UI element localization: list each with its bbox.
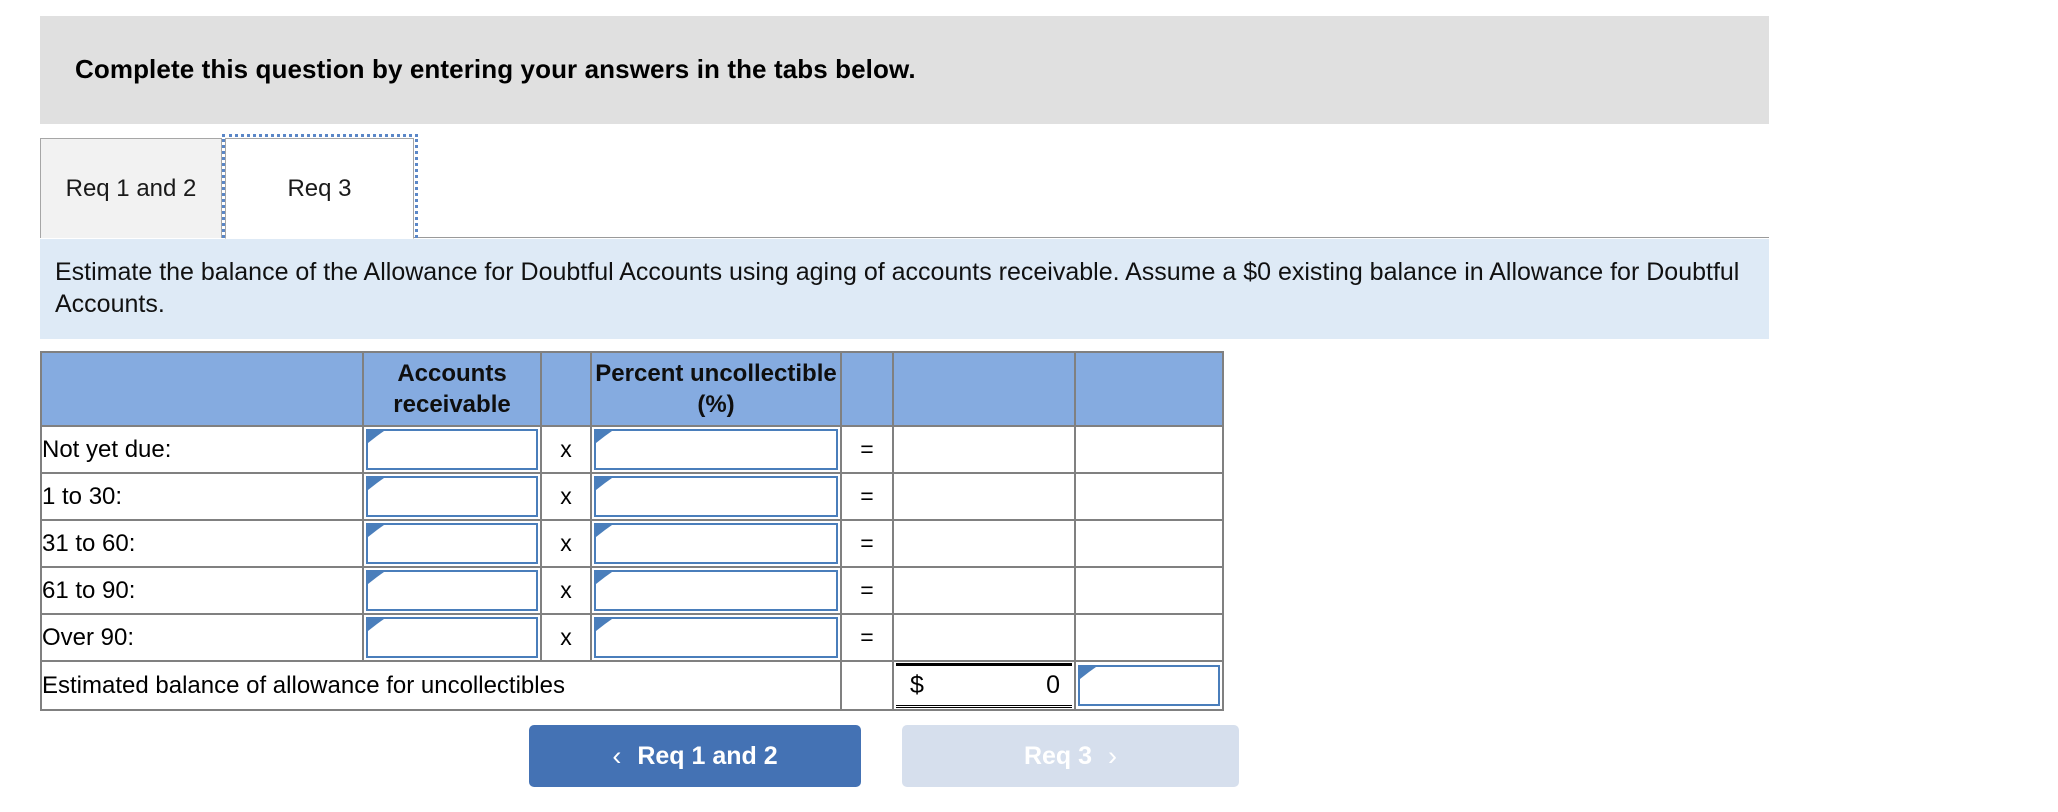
cell-extra-1 [1074, 472, 1224, 521]
cell-percent-uncollectible-0[interactable] [590, 425, 842, 474]
operator-equals-2: = [840, 519, 894, 568]
cell-accounts-receivable-1[interactable] [362, 472, 542, 521]
instruction-text: Estimate the balance of the Allowance fo… [55, 258, 1740, 318]
input-percent-uncollectible-1[interactable] [596, 478, 836, 515]
input-totals-extra[interactable] [1080, 667, 1218, 704]
input-wrapper-pct-1[interactable] [594, 476, 838, 517]
nav-button-bar: ‹ Req 1 and 2 Req 3 › [529, 725, 1239, 787]
prev-button-label: Req 1 and 2 [637, 741, 778, 770]
input-percent-uncollectible-0[interactable] [596, 431, 836, 468]
totals-row: Estimated balance of allowance for uncol… [40, 660, 1224, 711]
header-extra [1074, 351, 1224, 427]
cell-accounts-receivable-3[interactable] [362, 566, 542, 615]
totals-amount: $ 0 [896, 663, 1072, 708]
next-req-3-button[interactable]: Req 3 › [902, 725, 1239, 787]
header-percent-uncollectible: Percent uncollectible (%) [590, 351, 842, 427]
cell-result-3 [892, 566, 1076, 615]
totals-value: 0 [1046, 671, 1060, 699]
prev-req-1-and-2-button[interactable]: ‹ Req 1 and 2 [529, 725, 861, 787]
cell-result-0 [892, 425, 1076, 474]
totals-spacer [840, 660, 894, 711]
tab-req-3[interactable]: Req 3 [225, 138, 414, 239]
cell-percent-uncollectible-2[interactable] [590, 519, 842, 568]
cell-accounts-receivable-4[interactable] [362, 613, 542, 662]
input-wrapper-ar-3[interactable] [366, 570, 538, 611]
cell-result-2 [892, 519, 1076, 568]
row-label-61-to-90: 61 to 90: [40, 566, 364, 615]
table-body: Not yet due: x = 1 to 30: x = 31 to 60: … [40, 425, 1224, 711]
input-accounts-receivable-4[interactable] [368, 619, 536, 656]
tab-req-1-and-2-label: Req 1 and 2 [65, 174, 197, 202]
row-label-not-yet-due: Not yet due: [40, 425, 364, 474]
input-accounts-receivable-1[interactable] [368, 478, 536, 515]
input-percent-uncollectible-3[interactable] [596, 572, 836, 609]
input-percent-uncollectible-2[interactable] [596, 525, 836, 562]
input-wrapper-ar-2[interactable] [366, 523, 538, 564]
chevron-right-icon: › [1108, 740, 1118, 771]
tab-req-3-label: Req 3 [287, 174, 352, 202]
cell-percent-uncollectible-1[interactable] [590, 472, 842, 521]
tab-req-1-and-2[interactable]: Req 1 and 2 [40, 138, 222, 238]
input-percent-uncollectible-4[interactable] [596, 619, 836, 656]
input-wrapper-ar-0[interactable] [366, 429, 538, 470]
cell-percent-uncollectible-4[interactable] [590, 613, 842, 662]
operator-equals-3: = [840, 566, 894, 615]
cell-percent-uncollectible-3[interactable] [590, 566, 842, 615]
cell-accounts-receivable-0[interactable] [362, 425, 542, 474]
table-row: 1 to 30: x = [40, 472, 1224, 521]
row-label-1-to-30: 1 to 30: [40, 472, 364, 521]
cell-extra-0 [1074, 425, 1224, 474]
header-operator [540, 351, 592, 427]
header-accounts-receivable: Accounts receivable [362, 351, 542, 427]
chevron-left-icon: ‹ [612, 740, 622, 771]
input-accounts-receivable-2[interactable] [368, 525, 536, 562]
cell-accounts-receivable-2[interactable] [362, 519, 542, 568]
cell-totals-extra[interactable] [1074, 660, 1224, 711]
aging-worksheet-table: Accounts receivable Percent uncollectibl… [40, 351, 1224, 711]
table-row: Not yet due: x = [40, 425, 1224, 474]
cell-extra-2 [1074, 519, 1224, 568]
input-wrapper-pct-3[interactable] [594, 570, 838, 611]
cell-extra-4 [1074, 613, 1224, 662]
tab-strip: Req 1 and 2 Req 3 [40, 134, 1769, 244]
input-accounts-receivable-3[interactable] [368, 572, 536, 609]
input-wrapper-totals-extra[interactable] [1078, 665, 1220, 706]
header-row-label [40, 351, 364, 427]
cell-result-4 [892, 613, 1076, 662]
cell-extra-3 [1074, 566, 1224, 615]
cell-result-1 [892, 472, 1076, 521]
totals-label: Estimated balance of allowance for uncol… [40, 660, 842, 711]
table-row: Over 90: x = [40, 613, 1224, 662]
header-result [892, 351, 1076, 427]
table-row: 31 to 60: x = [40, 519, 1224, 568]
operator-equals-4: = [840, 613, 894, 662]
row-label-31-to-60: 31 to 60: [40, 519, 364, 568]
banner-title: Complete this question by entering your … [75, 54, 916, 84]
operator-multiply-4: x [540, 613, 592, 662]
totals-value-cell: $ 0 [892, 660, 1076, 711]
input-wrapper-pct-2[interactable] [594, 523, 838, 564]
operator-multiply-1: x [540, 472, 592, 521]
instruction-panel: Estimate the balance of the Allowance fo… [40, 239, 1769, 339]
input-wrapper-pct-0[interactable] [594, 429, 838, 470]
input-wrapper-ar-1[interactable] [366, 476, 538, 517]
next-button-label: Req 3 [1023, 741, 1093, 770]
table-row: 61 to 90: x = [40, 566, 1224, 615]
input-accounts-receivable-0[interactable] [368, 431, 536, 468]
input-wrapper-ar-4[interactable] [366, 617, 538, 658]
operator-equals-1: = [840, 472, 894, 521]
operator-equals-0: = [840, 425, 894, 474]
operator-multiply-3: x [540, 566, 592, 615]
operator-multiply-0: x [540, 425, 592, 474]
question-banner: Complete this question by entering your … [40, 16, 1769, 124]
row-label-over-90: Over 90: [40, 613, 364, 662]
operator-multiply-2: x [540, 519, 592, 568]
input-wrapper-pct-4[interactable] [594, 617, 838, 658]
header-equals [840, 351, 894, 427]
table-header-row: Accounts receivable Percent uncollectibl… [40, 351, 1224, 427]
currency-symbol: $ [910, 671, 924, 699]
